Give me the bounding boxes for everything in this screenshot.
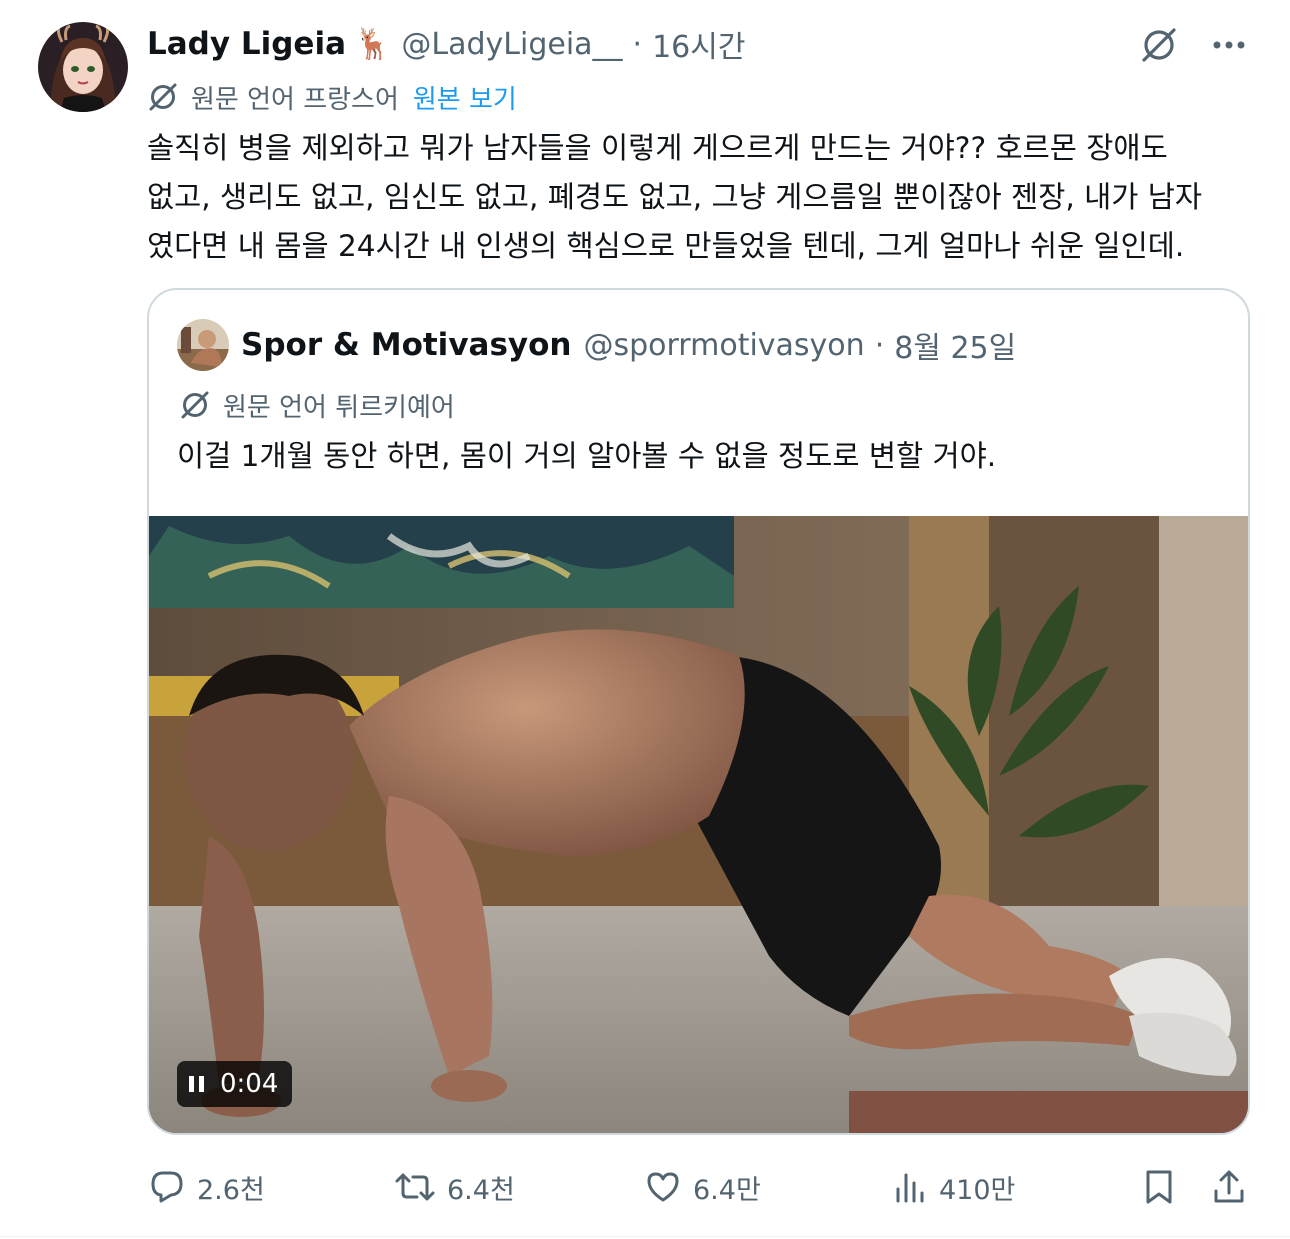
pause-icon: [189, 1076, 204, 1092]
tweet-divider: [0, 1236, 1290, 1237]
share-upload-icon: [1214, 1170, 1244, 1203]
more-dots-icon[interactable]: [1208, 24, 1250, 66]
views-button[interactable]: 410만: [893, 1163, 1015, 1211]
quoted-author-display-name: Spor & Motivasyon: [241, 327, 572, 363]
retweet-arrows-icon: [395, 1173, 435, 1201]
tweet-top-actions: [1138, 24, 1250, 66]
quoted-tweet-header: Spor & Motivasyon @sporrmotivasyon · 8월 …: [177, 319, 1017, 371]
tweet-body-line: 솔직히 병을 제외하고 뭐가 남자들을 이렇게 게으르게 만드는 거야?? 호르…: [147, 131, 1168, 165]
tweet-body: 솔직히 병을 제외하고 뭐가 남자들을 이렇게 게으르게 만드는 거야?? 호르…: [147, 124, 1262, 271]
retweet-count: 6.4천: [447, 1174, 515, 1206]
grok-slash-circle-icon[interactable]: [1138, 24, 1180, 66]
quoted-tweet-text: 이걸 1개월 동안 하면, 몸이 거의 알아볼 수 없을 정도로 변할 거야.: [177, 439, 997, 473]
translate-slash-circle-icon: [147, 81, 179, 113]
separator-dot: ·: [874, 327, 885, 363]
translation-label: 원문 언어 프랑스어: [191, 84, 399, 115]
video-timer-pause-button[interactable]: 0:04: [177, 1061, 293, 1107]
tweet-timestamp[interactable]: 16시간: [652, 22, 745, 66]
retweet-button[interactable]: 6.4천: [393, 1163, 515, 1211]
bookmark-icon: [1146, 1170, 1172, 1204]
quoted-author-avatar: [177, 319, 229, 371]
author-avatar[interactable]: [38, 22, 128, 112]
bookmark-button[interactable]: [1141, 1163, 1177, 1211]
translation-row: 원문 언어 프랑스어 원본 보기: [147, 78, 517, 116]
video-timer: 0:04: [220, 1069, 279, 1099]
quoted-tweet-card[interactable]: Spor & Motivasyon @sporrmotivasyon · 8월 …: [147, 288, 1250, 1135]
like-count: 6.4만: [693, 1174, 761, 1206]
author-handle[interactable]: @LadyLigeia__: [401, 27, 622, 62]
reply-button[interactable]: 2.6천: [147, 1163, 265, 1211]
separator-dot: ·: [632, 26, 643, 62]
quoted-translation-row: 원문 언어 튀르키예어: [179, 386, 455, 424]
reply-bubble-icon: [151, 1171, 183, 1203]
share-button[interactable]: [1209, 1163, 1249, 1211]
translate-slash-circle-icon: [179, 389, 211, 421]
tweet-body-line: 없고, 생리도 없고, 임신도 없고, 폐경도 없고, 그냥 게으름일 뿐이잖아…: [147, 180, 1203, 214]
tweet-action-bar: 2.6천 6.4천 6.4만 410만: [147, 1163, 1257, 1211]
tweet-body-line: 였다면 내 몸을 24시간 내 인생의 핵심으로 만들었을 텐데, 그게 얼마나…: [147, 229, 1185, 263]
quoted-translation-label: 원문 언어 튀르키예어: [223, 392, 455, 423]
tweet-header: Lady Ligeia 🦌 @LadyLigeia__ · 16시간: [147, 22, 745, 66]
views-bar-chart-icon: [896, 1173, 924, 1203]
like-button[interactable]: 6.4만: [643, 1163, 761, 1211]
view-original-link[interactable]: 원본 보기: [413, 79, 517, 116]
deer-emoji: 🦌: [354, 26, 392, 62]
heart-icon: [647, 1172, 679, 1202]
quoted-tweet-date: 8월 25일: [894, 331, 1017, 366]
reply-count: 2.6천: [197, 1174, 265, 1206]
quoted-video[interactable]: 0:04: [149, 516, 1248, 1133]
quoted-author-handle: @sporrmotivasyon: [583, 327, 865, 363]
author-display-name[interactable]: Lady Ligeia: [147, 26, 346, 62]
views-count: 410만: [939, 1174, 1016, 1206]
